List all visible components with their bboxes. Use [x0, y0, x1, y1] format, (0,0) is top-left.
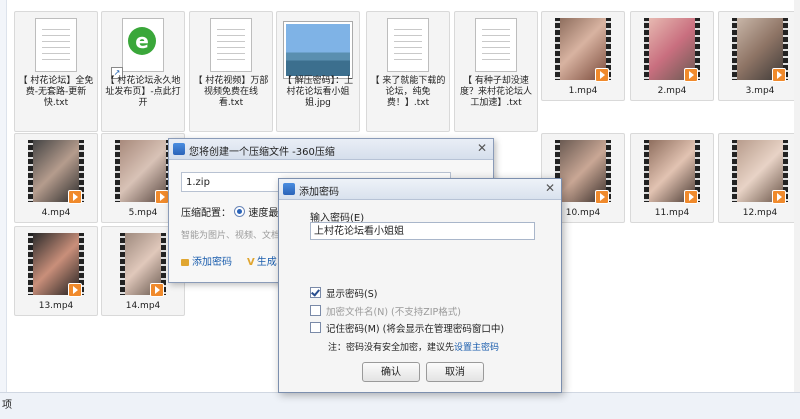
security-note: 注：密码没有安全加密，建议先设置主密码: [328, 340, 499, 353]
video-thumbnail: [28, 140, 84, 204]
text-file-icon: [475, 18, 517, 72]
play-icon: [155, 190, 169, 204]
remember-password-option[interactable]: 记住密码(M) (将会显示在管理密码窗口中): [310, 321, 504, 335]
file-tile-txt-1[interactable]: 【 村花论坛】全免费-无套路-更新快.txt: [14, 11, 98, 132]
encrypt-filenames-option: 加密文件名(N) (不支持ZIP格式): [310, 304, 461, 318]
compress-dialog-titlebar[interactable]: 您将创建一个压缩文件 -360压缩 ✕: [169, 139, 493, 160]
file-tile-shortcut[interactable]: e ↗ 【 村花论坛永久地址发布页】-点此打开: [101, 11, 185, 132]
video-thumbnail: [732, 140, 788, 204]
show-password-option[interactable]: 显示密码(S): [310, 286, 377, 300]
vertical-scrollbar[interactable]: [794, 0, 800, 392]
note-text: 注：密码没有安全加密，建议先: [328, 343, 455, 353]
status-bar: 项: [0, 392, 800, 419]
smart-compress-hint: 智能为图片、视频、文档: [181, 231, 281, 241]
file-tile-video[interactable]: 1.mp4: [541, 11, 625, 101]
navigation-pane-edge: [0, 0, 7, 392]
speed-radio[interactable]: [234, 206, 246, 217]
video-thumbnail: [120, 233, 166, 297]
file-name: 1.mp4: [568, 86, 598, 96]
play-icon: [150, 283, 164, 297]
file-name: 【 来了就能下载的论坛，纯免费！】.txt: [370, 76, 446, 108]
play-icon: [684, 68, 698, 82]
file-name: 14.mp4: [125, 301, 161, 311]
video-thumbnail: [644, 140, 700, 204]
file-tile-video[interactable]: 2.mp4: [630, 11, 714, 101]
add-password-link[interactable]: 添加密码: [181, 253, 232, 268]
remember-password-label: 记住密码(M) (将会显示在管理密码窗口中): [326, 324, 505, 335]
video-thumbnail: [555, 140, 611, 204]
file-tile-video[interactable]: 11.mp4: [630, 133, 714, 223]
add-password-dialog: 添加密码 ✕ 输入密码(E) 上村花论坛看小姐姐 显示密码(S) 加密文件名(N…: [278, 178, 562, 393]
generate-label: 生成: [256, 257, 277, 268]
file-name: 【 村花论坛永久地址发布页】-点此打开: [105, 76, 181, 108]
config-label: 压缩配置：: [181, 208, 231, 219]
show-password-checkbox[interactable]: [310, 287, 321, 298]
check-v-icon: V: [247, 257, 255, 268]
file-tile-video[interactable]: 3.mp4: [718, 11, 800, 101]
play-icon: [772, 68, 786, 82]
file-tile-jpg[interactable]: 【 解压密码】：上村花论坛看小姐姐.jpg: [276, 11, 360, 132]
file-tile-video[interactable]: 4.mp4: [14, 133, 98, 223]
encrypt-filenames-checkbox: [310, 305, 321, 316]
generate-option[interactable]: V 生成: [247, 253, 277, 268]
video-thumbnail: [555, 18, 611, 82]
text-file-icon: [35, 18, 77, 72]
360-zip-icon: [173, 143, 185, 155]
file-name: 【 解压密码】：上村花论坛看小姐姐.jpg: [282, 76, 354, 108]
encrypt-filenames-label: 加密文件名(N) (不支持ZIP格式): [326, 307, 461, 318]
close-icon[interactable]: ✕: [545, 181, 555, 195]
file-name: 3.mp4: [745, 86, 775, 96]
status-text: 项: [2, 400, 12, 411]
cancel-button[interactable]: 取消: [426, 362, 484, 382]
video-thumbnail: [28, 233, 84, 297]
password-input[interactable]: 上村花论坛看小姐姐: [310, 222, 535, 240]
dialog-title: 您将创建一个压缩文件 -360压缩: [189, 147, 335, 158]
file-tile-txt-4[interactable]: 【 有种子却没速度？来村花论坛人工加速】.txt: [454, 11, 538, 132]
file-name: 4.mp4: [41, 208, 71, 218]
file-name: 12.mp4: [742, 208, 778, 218]
video-thumbnail: [115, 140, 171, 204]
image-thumbnail: [284, 22, 352, 78]
file-name: 【 村花论坛】全免费-无套路-更新快.txt: [18, 76, 94, 108]
video-thumbnail: [644, 18, 700, 82]
play-icon: [68, 190, 82, 204]
play-icon: [595, 190, 609, 204]
set-master-password-link[interactable]: 设置主密码: [454, 343, 499, 353]
file-name: 【 村花视频】万部视频免费在线看.txt: [193, 76, 269, 108]
file-tile-video[interactable]: 13.mp4: [14, 226, 98, 316]
play-icon: [68, 283, 82, 297]
file-tile-txt-2[interactable]: 【 村花视频】万部视频免费在线看.txt: [189, 11, 273, 132]
ok-button[interactable]: 确认: [362, 362, 420, 382]
text-file-icon: [387, 18, 429, 72]
file-tile-txt-3[interactable]: 【 来了就能下载的论坛，纯免费！】.txt: [366, 11, 450, 132]
text-file-icon: [210, 18, 252, 72]
file-name: 11.mp4: [654, 208, 690, 218]
close-icon[interactable]: ✕: [477, 141, 487, 155]
video-thumbnail: [732, 18, 788, 82]
password-dialog-titlebar[interactable]: 添加密码 ✕: [279, 179, 561, 200]
360-zip-icon: [283, 183, 295, 195]
compression-config: 压缩配置： 速度最: [181, 204, 278, 219]
play-icon: [772, 190, 786, 204]
file-name: 13.mp4: [38, 301, 74, 311]
internet-explorer-icon: e ↗: [111, 18, 164, 79]
add-password-label: 添加密码: [192, 257, 232, 268]
config-option-label: 速度最: [248, 208, 279, 219]
play-icon: [595, 68, 609, 82]
show-password-label: 显示密码(S): [326, 289, 378, 300]
dialog-title: 添加密码: [299, 187, 339, 198]
file-tile-video[interactable]: 12.mp4: [718, 133, 800, 223]
remember-password-checkbox[interactable]: [310, 322, 321, 333]
play-icon: [684, 190, 698, 204]
file-name: 【 有种子却没速度？来村花论坛人工加速】.txt: [459, 76, 532, 108]
file-name: 2.mp4: [657, 86, 687, 96]
lock-icon: [181, 259, 189, 266]
